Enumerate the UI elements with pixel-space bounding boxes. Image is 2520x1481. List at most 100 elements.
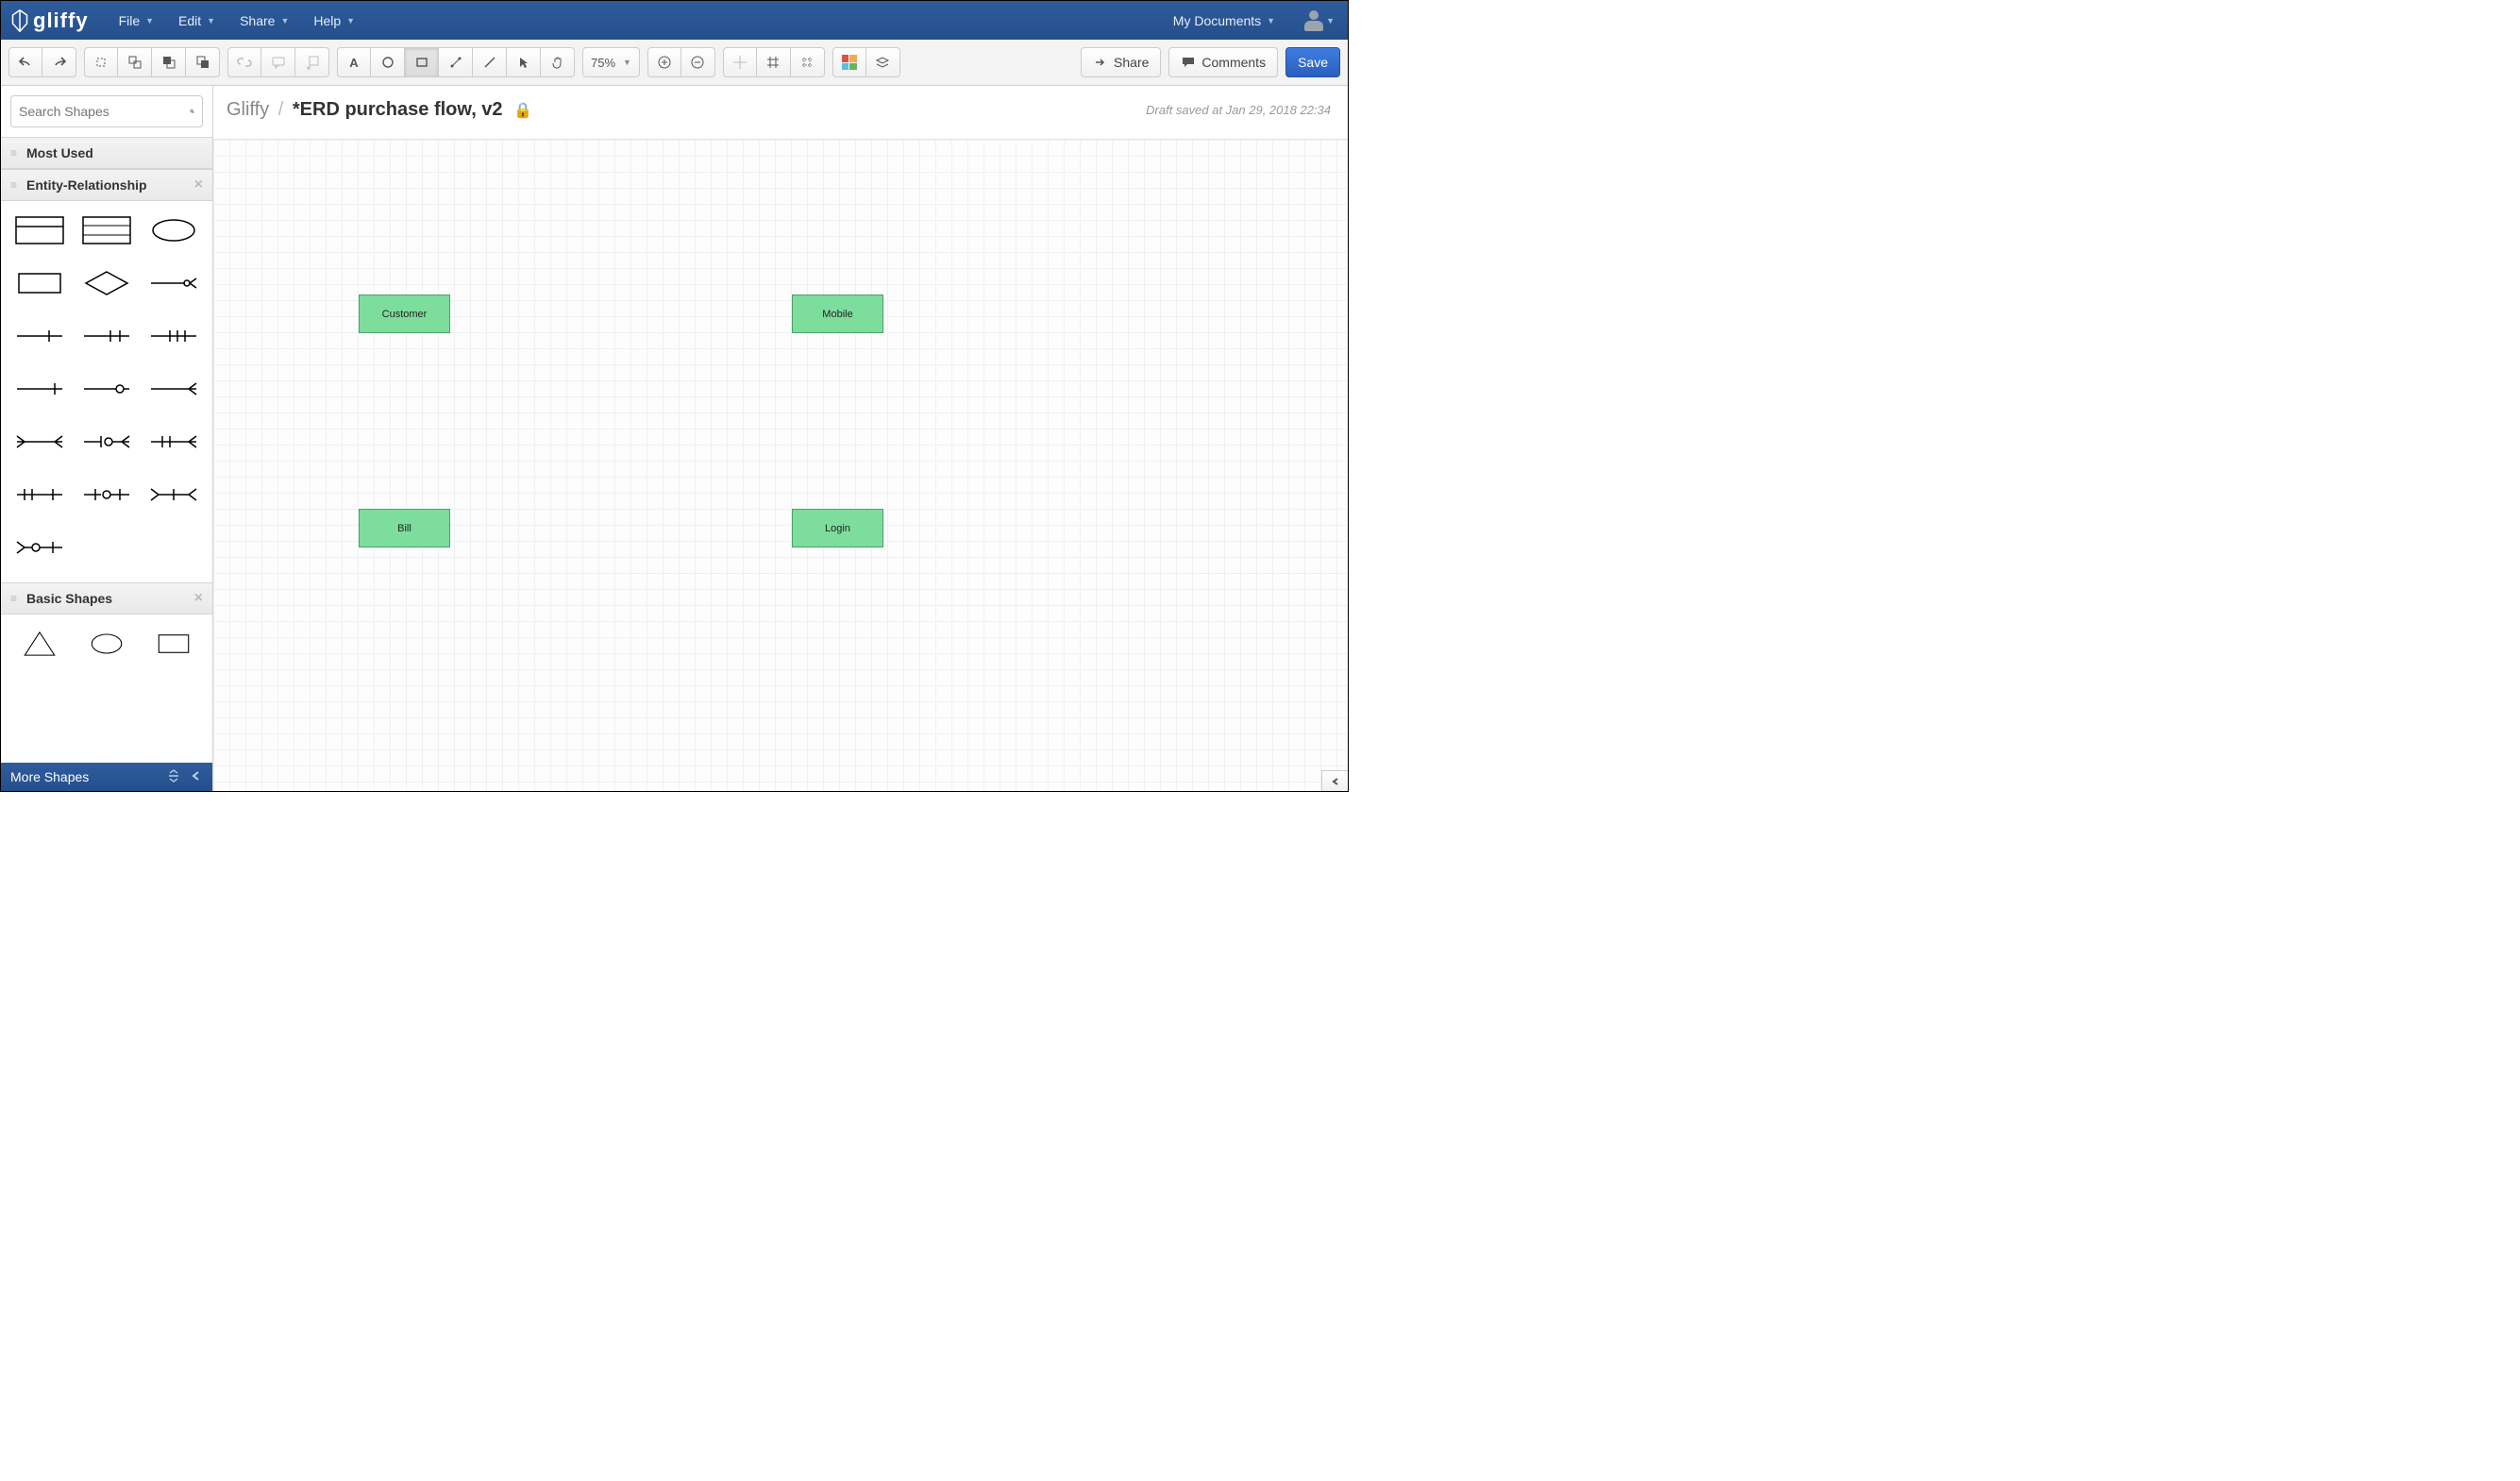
drag-handle-icon: ≡ <box>10 592 19 605</box>
erd-node-customer[interactable]: Customer <box>359 295 450 333</box>
breadcrumb-sep: / <box>278 99 284 120</box>
er-relationship-diamond-shape[interactable] <box>77 265 135 301</box>
basic-rectangle-shape[interactable] <box>145 626 203 662</box>
lock-icon: 🔒 <box>513 103 532 119</box>
drag-handle-icon: ≡ <box>10 178 19 192</box>
document-header: Gliffy / *ERD purchase flow, v2 🔒 Draft … <box>213 86 1348 130</box>
share-button[interactable]: Share <box>1081 47 1161 77</box>
main-menu: File▼ Edit▼ Share▼ Help▼ <box>108 8 367 34</box>
drag-handle-icon: ≡ <box>10 146 19 160</box>
pointer-tool-button[interactable] <box>507 47 541 77</box>
theme-button[interactable] <box>832 47 866 77</box>
my-documents-link[interactable]: My Documents▼ <box>1162 8 1286 34</box>
sidebar-footer: More Shapes <box>1 763 212 791</box>
collapse-sidebar-button[interactable] <box>190 769 203 785</box>
send-back-button[interactable] <box>186 47 220 77</box>
bring-front-button[interactable] <box>152 47 186 77</box>
search-icon <box>190 104 194 119</box>
collapse-vertical-button[interactable] <box>167 769 180 785</box>
er-crow-circle-one-shape[interactable] <box>10 530 68 565</box>
er-attribute-ellipse-shape[interactable] <box>145 212 203 248</box>
er-many-crow-shape[interactable] <box>145 424 203 460</box>
theme-swatch-icon <box>842 55 857 70</box>
zoom-value: 75% <box>591 56 615 70</box>
lib-header-basic[interactable]: ≡ Basic Shapes × <box>1 582 212 614</box>
text-tool-button[interactable]: A <box>337 47 371 77</box>
basic-ellipse-shape[interactable] <box>77 626 135 662</box>
fit-button[interactable] <box>84 47 118 77</box>
lib-header-most-used[interactable]: ≡ Most Used <box>1 137 212 169</box>
lib-title: Most Used <box>26 145 93 160</box>
menu-file[interactable]: File▼ <box>108 8 165 34</box>
erd-node-mobile[interactable]: Mobile <box>792 295 883 333</box>
popup-button[interactable] <box>295 47 329 77</box>
expand-panel-button[interactable] <box>1321 770 1348 791</box>
er-crowsfoot-shape[interactable] <box>145 371 203 407</box>
zoom-out-button[interactable] <box>681 47 715 77</box>
note-button[interactable] <box>261 47 295 77</box>
er-line-many-shape[interactable] <box>77 318 135 354</box>
app-logo[interactable]: gliffy <box>7 8 100 33</box>
basic-triangle-shape[interactable] <box>10 626 68 662</box>
chevron-down-icon: ▼ <box>623 58 631 67</box>
er-line-one-shape[interactable] <box>10 318 68 354</box>
close-icon[interactable]: × <box>194 177 203 194</box>
erd-node-login[interactable]: Login <box>792 509 883 547</box>
rectangle-tool-button[interactable] <box>405 47 439 77</box>
close-icon[interactable]: × <box>194 590 203 607</box>
redo-button[interactable] <box>42 47 76 77</box>
ellipse-tool-button[interactable] <box>371 47 405 77</box>
breadcrumb: Gliffy / *ERD purchase flow, v2 🔒 <box>227 99 532 121</box>
canvas-area: Gliffy / *ERD purchase flow, v2 🔒 Draft … <box>213 86 1348 791</box>
comments-button[interactable]: Comments <box>1168 47 1278 77</box>
pan-tool-button[interactable] <box>541 47 575 77</box>
save-button[interactable]: Save <box>1285 47 1340 77</box>
lib-title: Basic Shapes <box>26 591 112 606</box>
breadcrumb-root[interactable]: Gliffy <box>227 99 269 120</box>
er-line-zeroone-shape[interactable] <box>10 371 68 407</box>
snap-button[interactable] <box>723 47 757 77</box>
comment-icon <box>1181 55 1196 70</box>
er-entity-grid-shape[interactable] <box>77 212 135 248</box>
chevron-down-icon: ▼ <box>145 16 154 25</box>
shape-search-input[interactable] <box>19 104 190 119</box>
menu-edit[interactable]: Edit▼ <box>167 8 227 34</box>
shape-sidebar: ≡ Most Used ≡ Entity-Relationship × <box>1 86 213 791</box>
er-entity-rect-shape[interactable] <box>10 265 68 301</box>
guides-button[interactable] <box>791 47 825 77</box>
toolbar: A 75% ▼ Share Comments Save <box>1 40 1348 86</box>
gliffy-logo-icon <box>10 9 29 32</box>
draft-status: Draft saved at Jan 29, 2018 22:34 <box>1146 103 1331 117</box>
layers-button[interactable] <box>866 47 900 77</box>
menu-share[interactable]: Share▼ <box>228 8 300 34</box>
er-line-zero-shape[interactable] <box>77 371 135 407</box>
undo-button[interactable] <box>8 47 42 77</box>
er-crowsfoot-both-shape[interactable] <box>10 424 68 460</box>
chevron-down-icon: ▼ <box>280 16 289 25</box>
grid-toggle-button[interactable] <box>757 47 791 77</box>
er-entity-table-shape[interactable] <box>10 212 68 248</box>
er-one-zero-crow-shape[interactable] <box>77 424 135 460</box>
er-crowsfoot-one-shape[interactable] <box>145 265 203 301</box>
erd-node-bill[interactable]: Bill <box>359 509 450 547</box>
er-one-circle-one-shape[interactable] <box>77 477 135 513</box>
canvas-grid[interactable]: Customer Mobile Bill Login <box>213 139 1348 791</box>
user-menu[interactable]: ▼ <box>1290 10 1342 31</box>
er-line-manymany-shape[interactable] <box>145 318 203 354</box>
document-title[interactable]: *ERD purchase flow, v2 <box>293 99 503 120</box>
menu-help[interactable]: Help▼ <box>302 8 366 34</box>
lib-header-er[interactable]: ≡ Entity-Relationship × <box>1 169 212 201</box>
zoom-in-button[interactable] <box>647 47 681 77</box>
zoom-select[interactable]: 75% ▼ <box>582 47 640 77</box>
connector-tool-button[interactable] <box>439 47 473 77</box>
link-button[interactable] <box>227 47 261 77</box>
group-button[interactable] <box>118 47 152 77</box>
lib-body-er <box>1 201 212 582</box>
line-tool-button[interactable] <box>473 47 507 77</box>
top-navbar: gliffy File▼ Edit▼ Share▼ Help▼ My Docum… <box>1 1 1348 40</box>
er-manyone-crow-shape[interactable] <box>10 477 68 513</box>
more-shapes-button[interactable]: More Shapes <box>10 769 89 784</box>
lib-title: Entity-Relationship <box>26 177 147 193</box>
er-crow-one-crow-shape[interactable] <box>145 477 203 513</box>
shape-search[interactable] <box>10 95 203 127</box>
